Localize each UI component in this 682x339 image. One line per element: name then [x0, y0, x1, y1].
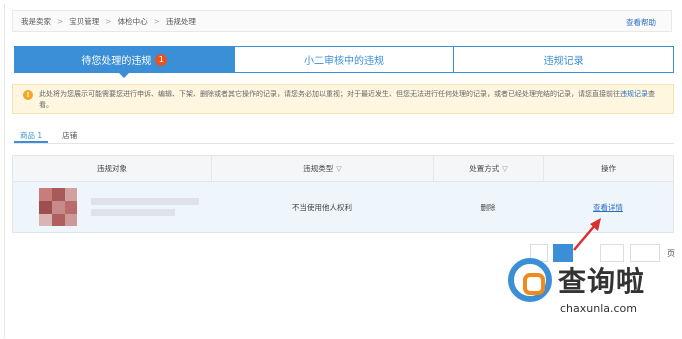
- violation-type-cell: 不当使用他人权利: [292, 202, 352, 212]
- notice-banner: ! 此处将为您展示可能需要您进行申诉、编辑、下架、删除或者其它操作的记录，请您务…: [12, 84, 674, 114]
- subtab-shop[interactable]: 店铺: [56, 126, 83, 143]
- magnifier-logo-icon: [508, 258, 552, 302]
- violation-tabs: 待您处理的违规 1 小二审核中的违规 违规记录: [14, 46, 674, 78]
- breadcrumb-separator: >: [57, 16, 64, 26]
- filter-icon[interactable]: ▽: [336, 165, 341, 173]
- operation-cell: 查看详情: [543, 182, 673, 232]
- help-link[interactable]: 查看帮助: [626, 17, 656, 28]
- violation-object-cell: [13, 182, 211, 232]
- count-badge: 1: [155, 53, 168, 66]
- product-thumbnail[interactable]: [39, 188, 77, 226]
- header-operation: 操作: [543, 156, 673, 181]
- breadcrumb-item-current: 违规处理: [165, 16, 196, 26]
- tab-label: 违规记录: [543, 56, 584, 67]
- watermark-url: chaxunla.com: [560, 302, 637, 315]
- warning-icon: !: [23, 90, 33, 100]
- breadcrumb-item[interactable]: 体检中心: [118, 16, 148, 27]
- breadcrumb: 我是卖家 > 宝贝管理 > 体检中心 > 违规处理: [12, 10, 672, 32]
- tab-under-review[interactable]: 小二审核中的违规: [233, 47, 454, 72]
- tab-violation-records[interactable]: 违规记录: [453, 47, 674, 72]
- filter-icon[interactable]: ▽: [502, 165, 507, 173]
- disposal-method-cell: 删除: [480, 202, 496, 212]
- sub-tabs: 商品 1 店铺: [14, 126, 674, 144]
- breadcrumb-separator: >: [153, 16, 160, 26]
- blurred-product-title: [91, 194, 199, 220]
- breadcrumb-item[interactable]: 宝贝管理: [69, 16, 99, 27]
- header-type[interactable]: 违规类型 ▽: [211, 156, 433, 181]
- violation-records-link[interactable]: 违规记录: [620, 90, 648, 98]
- header-object: 违规对象: [97, 164, 127, 173]
- watermark-title: 查询啦: [558, 265, 646, 298]
- header-action[interactable]: 处置方式 ▽: [433, 156, 543, 181]
- subtab-products[interactable]: 商品 1: [14, 126, 49, 143]
- tab-label: 小二审核中的违规: [304, 56, 384, 67]
- tab-pending-violations[interactable]: 待您处理的违规 1: [15, 47, 234, 78]
- notice-text: 此处将为您展示可能需要您进行申诉、编辑、下架、删除或者其它操作的记录，请您务必加…: [39, 90, 620, 98]
- breadcrumb-item[interactable]: 我是卖家: [21, 16, 51, 27]
- watermark-logo: 查询啦 chaxunla.com: [508, 258, 678, 322]
- breadcrumb-separator: >: [105, 16, 112, 26]
- view-details-link[interactable]: 查看详情: [593, 202, 623, 213]
- table-header: 违规对象 违规类型 ▽ 处置方式 ▽ 操作: [13, 156, 673, 182]
- tab-label: 待您处理的违规: [81, 56, 152, 67]
